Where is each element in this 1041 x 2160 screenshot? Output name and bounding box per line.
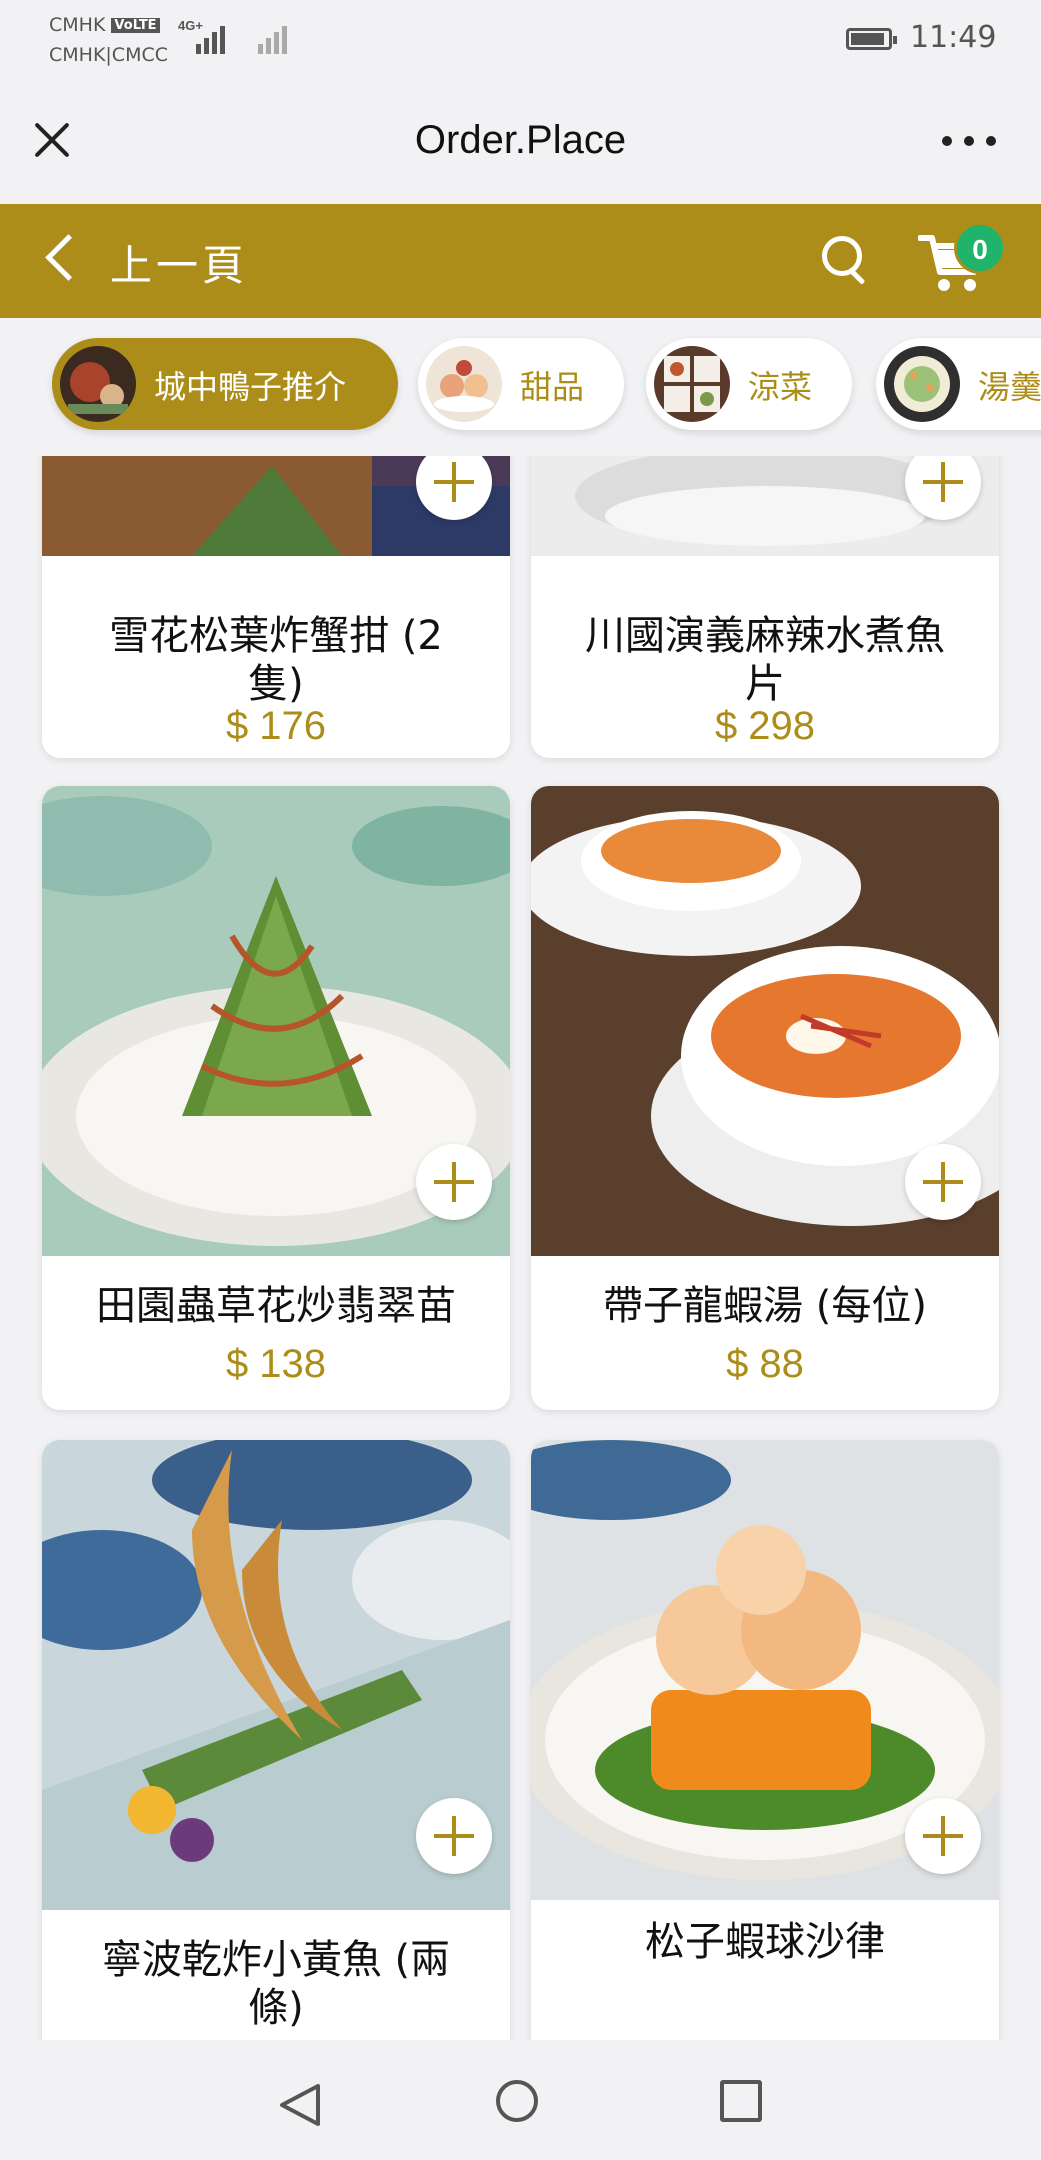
add-to-cart-button[interactable] <box>905 1144 981 1220</box>
volte-badge: VoLTE <box>111 18 160 33</box>
category-thumbnail <box>426 346 502 422</box>
clock: 11:49 <box>910 20 997 55</box>
category-bar: 城中鴨子推介 甜品 涼菜 湯羹 <box>0 318 1041 456</box>
search-icon[interactable] <box>822 236 872 286</box>
category-thumbnail <box>884 346 960 422</box>
menu-card[interactable]: 帶子龍蝦湯 (每位) $ 88 <box>531 786 999 1410</box>
battery-icon <box>846 28 897 50</box>
menu-card[interactable]: 田園蟲草花炒翡翠苗 $ 138 <box>42 786 510 1410</box>
dish-name: 松子蝦球沙律 <box>645 1919 885 1965</box>
add-to-cart-button[interactable] <box>905 1798 981 1874</box>
nav-bar: 上一頁 0 <box>0 204 1041 318</box>
signal-icon <box>196 24 230 54</box>
dish-name-line-2: 條) <box>248 1985 304 2031</box>
carrier-2: CMHK|CMCC <box>49 44 169 66</box>
cart-count-badge: 0 <box>954 222 1006 274</box>
menu-card[interactable]: 松子蝦球沙律 <box>531 1440 999 2040</box>
more-icon[interactable] <box>942 136 998 148</box>
carrier-1: CMHK VoLTE <box>49 14 160 36</box>
back-button[interactable]: 上一頁 <box>110 232 248 293</box>
title-bar: Order.Place <box>0 80 1041 204</box>
nav-recent-apps-icon[interactable] <box>720 2080 762 2122</box>
dish-name: 雪花松葉炸蟹拑 (2 隻) <box>62 612 490 708</box>
category-label: 湯羹 <box>978 368 1041 406</box>
status-bar: CMHK VoLTE CMHK|CMCC 4G+ 11:49 <box>0 0 1041 80</box>
dish-name-line-2: 隻) <box>248 661 304 707</box>
add-to-cart-button[interactable] <box>416 1798 492 1874</box>
menu-card[interactable]: 寧波乾炸小黃魚 (兩 條) <box>42 1440 510 2040</box>
add-to-cart-button[interactable] <box>416 1144 492 1220</box>
dish-name-line-1: 寧波乾炸小黃魚 (兩 <box>101 1937 451 1983</box>
menu-card[interactable]: 雪花松葉炸蟹拑 (2 隻) $ 176 <box>42 456 510 758</box>
nav-home-icon[interactable] <box>496 2080 538 2122</box>
category-label: 城中鴨子推介 <box>154 368 347 406</box>
menu-grid: 雪花松葉炸蟹拑 (2 隻) $ 176 川國演義麻辣水煮魚 片 $ 298 田園… <box>0 456 1041 2040</box>
category-thumbnail <box>60 346 136 422</box>
dish-name-line-1: 雪花松葉炸蟹拑 (2 <box>109 613 443 659</box>
category-chip-dessert[interactable]: 甜品 <box>418 338 624 430</box>
menu-card[interactable]: 川國演義麻辣水煮魚 片 $ 298 <box>531 456 999 758</box>
signal-2-icon <box>258 24 292 54</box>
category-thumbnail <box>654 346 730 422</box>
dish-name: 川國演義麻辣水煮魚 片 <box>551 612 979 708</box>
dish-price: $ 88 <box>726 1342 804 1386</box>
dish-name-line-2: 片 <box>745 661 785 707</box>
dish-name: 田園蟲草花炒翡翠苗 <box>96 1283 456 1329</box>
carrier-1-label: CMHK <box>49 14 106 36</box>
category-chip-cold-dish[interactable]: 涼菜 <box>646 338 852 430</box>
dish-price: $ 298 <box>714 704 816 748</box>
category-chip-soup[interactable]: 湯羹 <box>876 338 1041 430</box>
app-title: Order.Place <box>414 118 627 162</box>
dish-name-line-1: 川國演義麻辣水煮魚 <box>585 613 945 659</box>
system-nav-bar <box>0 2040 1041 2160</box>
dish-price: $ 138 <box>225 1342 327 1386</box>
back-chevron-icon[interactable] <box>45 234 92 281</box>
dish-price: $ 176 <box>225 704 327 748</box>
dish-name: 帶子龍蝦湯 (每位) <box>603 1283 927 1329</box>
dish-name: 寧波乾炸小黃魚 (兩 條) <box>62 1936 490 2032</box>
category-label: 涼菜 <box>748 368 813 406</box>
nav-back-icon[interactable] <box>278 2082 322 2133</box>
category-chip-duck[interactable]: 城中鴨子推介 <box>52 338 398 430</box>
category-label: 甜品 <box>520 368 585 406</box>
